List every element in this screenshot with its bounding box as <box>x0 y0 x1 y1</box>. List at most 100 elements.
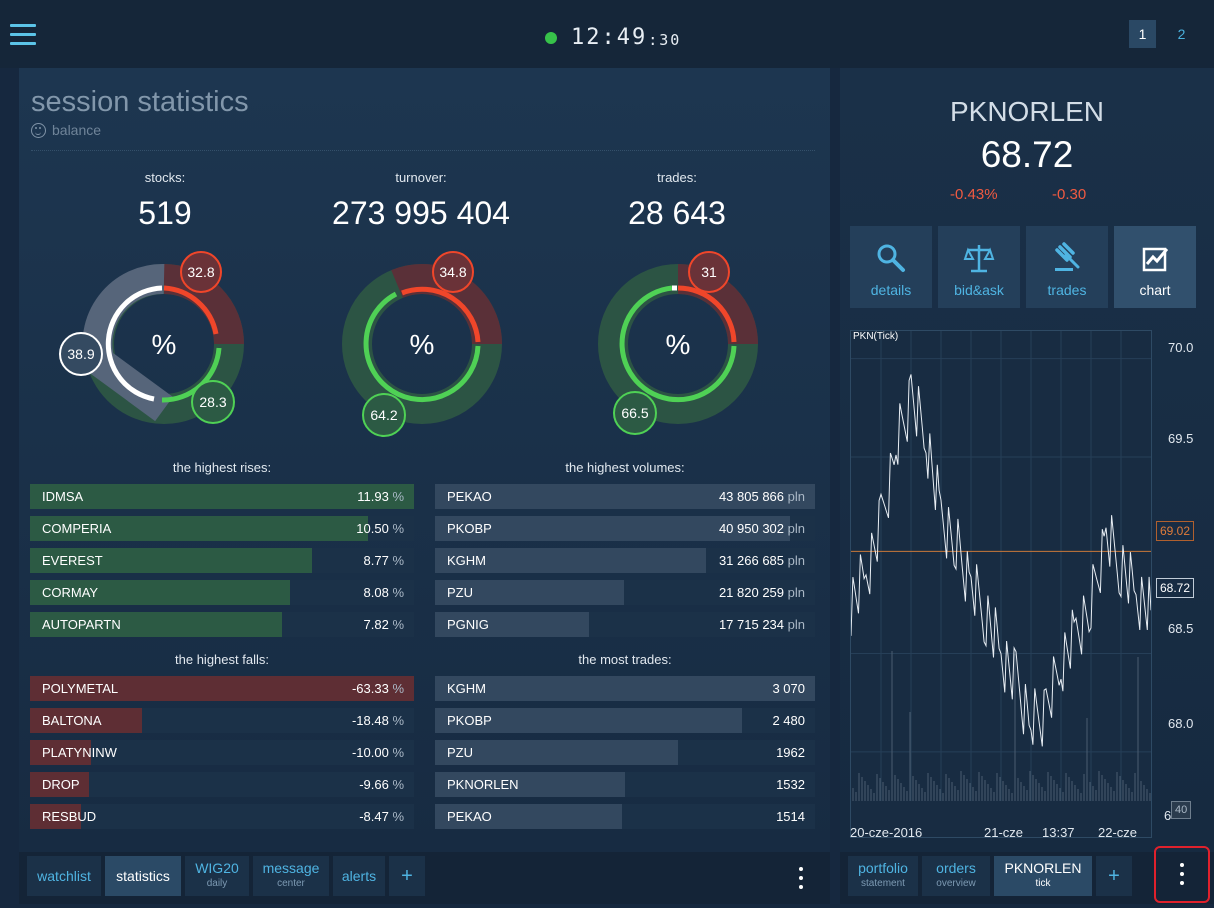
scroll-price-box: 40 <box>1171 801 1192 819</box>
clock-seconds: :30 <box>648 30 682 49</box>
divider <box>31 150 815 151</box>
gavel-icon <box>1055 242 1080 271</box>
balance-indicator[interactable]: balance <box>31 122 101 138</box>
unit-label: % <box>392 713 404 728</box>
tab-label: portfolio <box>858 860 908 876</box>
tab-sublabel: daily <box>206 878 228 889</box>
chart-icon <box>1142 247 1169 272</box>
instrument-name: PZU <box>447 745 473 760</box>
change-absolute: -0.30 <box>1052 186 1087 203</box>
row-value: 1514 <box>776 809 805 824</box>
tab-label: alerts <box>341 867 377 884</box>
tab-sublabel: overview <box>936 878 976 889</box>
most-trades-title: the most trades: <box>578 652 672 667</box>
trades-up-bubble: 66.5 <box>613 391 657 435</box>
tab-label: watchlist <box>37 867 91 884</box>
more-options-button[interactable] <box>1154 846 1210 903</box>
instrument-name: IDMSA <box>42 489 84 504</box>
instrument-name: PKNORLEN <box>447 777 519 792</box>
hamburger-menu-icon[interactable] <box>10 24 36 48</box>
list-item[interactable]: COMPERIA 10.50 % <box>30 516 414 541</box>
row-value: 21 820 259 pln <box>718 585 805 600</box>
add-instrument-tab-button[interactable]: + <box>1096 856 1132 896</box>
trades-button[interactable]: trades <box>1026 226 1108 308</box>
trades-donut-chart: % <box>578 244 778 444</box>
highest-falls-title: the highest falls: <box>175 652 269 667</box>
x-tick-label: 22-cze <box>1098 825 1138 840</box>
tab-label: statistics <box>116 867 170 884</box>
tab-portfolio-statement[interactable]: portfolio statement <box>848 856 918 896</box>
list-item[interactable]: RESBUD -8.47 % <box>30 804 414 829</box>
add-tab-button[interactable]: + <box>389 856 425 896</box>
row-value: 1962 <box>776 745 805 760</box>
tab-orders-overview[interactable]: orders overview <box>922 856 990 896</box>
details-button[interactable]: details <box>850 226 932 308</box>
unit-label: % <box>392 553 404 568</box>
last-price-tag: 68.72 <box>1156 578 1195 598</box>
list-item[interactable]: KGHM 31 266 685 pln <box>435 548 815 573</box>
list-item[interactable]: PZU 21 820 259 pln <box>435 580 815 605</box>
list-item[interactable]: PGNIG 17 715 234 pln <box>435 612 815 637</box>
more-options-icon[interactable] <box>798 867 804 891</box>
instrument-name: CORMAY <box>42 585 99 600</box>
tab-message-center[interactable]: message center <box>253 856 329 896</box>
bid-ask-label: bid&ask <box>954 282 1004 298</box>
tab-pknorlen-tick[interactable]: PKNORLEN tick <box>994 856 1092 896</box>
tick-chart-area[interactable]: PKN(Tick) <box>850 330 1152 838</box>
tab-wig20-daily[interactable]: WIG20 daily <box>185 856 249 896</box>
list-item[interactable]: PKOBP 2 480 <box>435 708 815 733</box>
workspace-1-button[interactable]: 1 <box>1129 20 1156 48</box>
row-value: -9.66 % <box>359 777 404 792</box>
tab-label: message <box>262 860 320 876</box>
instrument-name: BALTONA <box>42 713 102 728</box>
page-title: session statistics <box>31 86 249 118</box>
list-item[interactable]: PKOBP 40 950 302 pln <box>435 516 815 541</box>
list-item[interactable]: KGHM 3 070 <box>435 676 815 701</box>
tab-statistics[interactable]: statistics <box>105 856 181 896</box>
trades-down-bubble: 31 <box>688 251 730 293</box>
balance-label: balance <box>52 122 102 138</box>
list-item[interactable]: PKNORLEN 1532 <box>435 772 815 797</box>
chart-button[interactable]: chart <box>1114 226 1196 308</box>
smiley-face-icon <box>31 122 46 138</box>
tab-alerts[interactable]: alerts <box>333 856 385 896</box>
bid-ask-button[interactable]: bid&ask <box>938 226 1020 308</box>
tab-sublabel: center <box>277 878 305 889</box>
chart-label: chart <box>1139 282 1171 298</box>
instrument-name: PEKAO <box>447 489 492 504</box>
list-item[interactable]: IDMSA 11.93 % <box>30 484 414 509</box>
list-item[interactable]: PZU 1962 <box>435 740 815 765</box>
row-value: 8.77 % <box>363 553 404 568</box>
list-item[interactable]: CORMAY 8.08 % <box>30 580 414 605</box>
stat-value: 28 643 <box>628 195 726 231</box>
plus-icon: + <box>401 864 413 887</box>
stocks-up-bubble: 28.3 <box>191 380 235 424</box>
stocks-flat-bubble: 38.9 <box>59 332 103 376</box>
value-bar <box>435 676 815 701</box>
list-item[interactable]: AUTOPARTN 7.82 % <box>30 612 414 637</box>
workspace-2-button[interactable]: 2 <box>1168 20 1195 48</box>
top-bar: 12:49 :30 1 2 <box>0 0 1214 68</box>
instrument-name: AUTOPARTN <box>42 617 121 632</box>
magnifier-icon <box>877 244 905 272</box>
vertical-dots-icon <box>1179 862 1185 887</box>
chart-title: PKN(Tick) <box>853 331 899 342</box>
stat-value: 273 995 404 <box>332 195 510 231</box>
tab-watchlist[interactable]: watchlist <box>27 856 101 896</box>
list-item[interactable]: PEKAO 43 805 866 pln <box>435 484 815 509</box>
list-item[interactable]: PEKAO 1514 <box>435 804 815 829</box>
list-item[interactable]: BALTONA -18.48 % <box>30 708 414 733</box>
row-value: 17 715 234 pln <box>718 617 805 632</box>
list-item[interactable]: DROP -9.66 % <box>30 772 414 797</box>
stat-label: stocks: <box>144 170 186 185</box>
turnover-down-bubble: 34.8 <box>432 251 474 293</box>
trades-label: trades <box>1047 282 1087 298</box>
unit-label: % <box>392 489 404 504</box>
list-item[interactable]: POLYMETAL -63.33 % <box>30 676 414 701</box>
list-item[interactable]: PLATYNINW -10.00 % <box>30 740 414 765</box>
unit-label: % <box>392 777 404 792</box>
instrument-name: PLATYNINW <box>42 745 117 760</box>
instrument-name: PKNORLEN <box>949 96 1105 127</box>
list-item[interactable]: EVEREST 8.77 % <box>30 548 414 573</box>
scales-icon <box>963 245 995 273</box>
